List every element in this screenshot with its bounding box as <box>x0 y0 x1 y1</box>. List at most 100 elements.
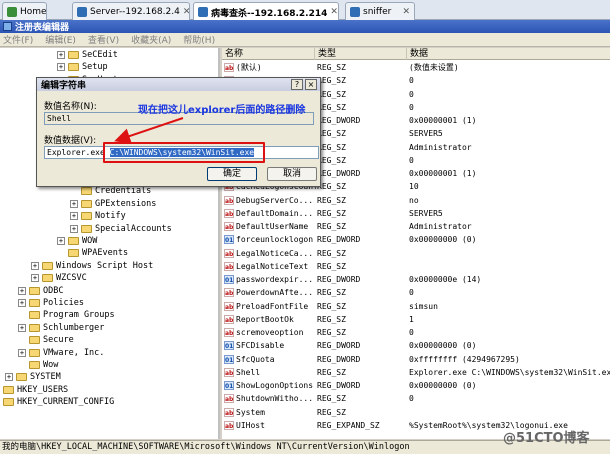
tree-node-label: SpecialAccounts <box>95 223 172 234</box>
table-row[interactable]: ab DebugServerCo... REG_SZ no <box>222 194 610 207</box>
value-type: REG_DWORD <box>317 169 361 178</box>
table-row[interactable]: ab ReportBootOk REG_SZ 1 <box>222 313 610 326</box>
tree-node[interactable]: + Setup <box>57 61 108 73</box>
expand-icon[interactable]: + <box>57 237 65 245</box>
close-button[interactable]: × <box>305 79 317 90</box>
tree-node[interactable]: + Windows Script Host <box>31 260 153 272</box>
column-header-type[interactable]: 类型 <box>315 48 407 60</box>
table-row[interactable]: ab (默认) REG_SZ (数值未设置) <box>222 61 610 74</box>
expand-icon[interactable]: + <box>18 299 26 307</box>
tree-node[interactable]: + Policies <box>18 297 84 309</box>
table-row[interactable]: 01 ShowLogonOptions REG_DWORD 0x00000000 (0… <box>222 379 610 392</box>
table-row[interactable]: 01 SfcQuota REG_DWORD 0xffffffff (429496729… <box>222 353 610 366</box>
menu-file[interactable]: 文件(F) <box>0 33 36 46</box>
value-data: SERVER5 <box>409 208 443 218</box>
tree-node[interactable]: + SYSTEM <box>5 371 61 383</box>
expand-icon[interactable]: + <box>57 51 65 59</box>
tree-node[interactable]: Wow <box>18 359 58 371</box>
value-data: 0x00000000 (0) <box>409 341 477 351</box>
tree-node[interactable]: Program Groups <box>18 309 115 321</box>
value-type: REG_SZ <box>317 328 346 337</box>
table-row[interactable]: ab DefaultUserName REG_SZ Administrator <box>222 220 610 233</box>
folder-icon <box>68 51 79 59</box>
table-row[interactable]: ab scremoveoption REG_SZ 0 <box>222 326 610 339</box>
tree-node-label: Notify <box>95 211 126 222</box>
value-name: ShowLogonOptions <box>236 381 314 390</box>
tree-node[interactable]: + ODBC <box>18 285 63 297</box>
value-type: REG_DWORD <box>317 354 361 364</box>
tree-node[interactable]: + Notify <box>70 210 126 222</box>
value-data: 10 <box>409 182 419 192</box>
tree-node-label: WZCSVC <box>56 273 87 284</box>
value-name: forceunlocklogon <box>236 235 314 245</box>
value-data <box>409 260 610 273</box>
highlight-box <box>103 142 265 163</box>
table-row[interactable]: ab Shell REG_SZ Explorer.exe C:\WINDOWS\sys… <box>222 366 610 379</box>
string-value-icon: ab <box>224 222 234 231</box>
table-row[interactable]: ab DefaultDomain... REG_SZ SERVER5 <box>222 207 610 220</box>
expand-icon[interactable]: + <box>5 373 13 382</box>
tree-node[interactable]: + GPExtensions <box>70 198 156 210</box>
expand-icon[interactable]: + <box>70 199 78 208</box>
value-data: Administrator <box>409 222 472 231</box>
value-name: LegalNoticeCa... <box>236 248 314 258</box>
table-row[interactable]: ab PreloadFontFile REG_SZ simsun <box>222 300 610 313</box>
ok-button[interactable]: 确定 <box>207 167 257 181</box>
tree-node[interactable]: +HKEY_CURRENT_CONFIG <box>0 396 114 408</box>
tree-node-label: GPExtensions <box>95 198 157 209</box>
tree-node[interactable]: + Schlumberger <box>18 322 104 334</box>
tree-node[interactable]: Secure <box>18 334 74 346</box>
annotation-text: 现在把这儿explorer后面的路径删除 <box>138 105 306 116</box>
tree-node[interactable]: WPAEvents <box>57 247 128 259</box>
expand-icon[interactable]: + <box>31 261 39 270</box>
table-row[interactable]: 01 passwordexpir... REG_DWORD 0x0000000e (1… <box>222 273 610 286</box>
column-header-name[interactable]: 名称 <box>222 48 315 60</box>
folder-icon <box>81 212 92 221</box>
value-type: REG_SZ <box>317 394 346 404</box>
expand-icon[interactable]: + <box>70 224 78 233</box>
expand-icon[interactable]: + <box>31 274 39 283</box>
expand-icon[interactable]: + <box>18 348 26 357</box>
tree-node[interactable]: Credentials <box>70 185 151 197</box>
column-header-data[interactable]: 数据 <box>407 48 610 60</box>
tree-node[interactable]: + WZCSVC <box>31 272 87 284</box>
tab-label: Home <box>20 6 47 17</box>
tree-node[interactable]: + WOW <box>57 235 97 247</box>
close-icon[interactable]: ✕ <box>183 7 189 17</box>
menu-help[interactable]: 帮助(H) <box>180 33 218 46</box>
value-name-cell: 01 ShowLogonOptions <box>224 379 316 392</box>
expand-icon[interactable]: + <box>70 212 78 221</box>
cancel-button[interactable]: 取消 <box>267 167 317 181</box>
menu-edit[interactable]: 编辑(E) <box>42 33 79 46</box>
tab-home[interactable]: Home <box>2 2 47 20</box>
close-icon[interactable]: ✕ <box>402 7 410 17</box>
tree-node[interactable]: +HKEY_USERS <box>0 384 68 396</box>
tree-node[interactable]: + SeCEdit <box>57 49 118 61</box>
value-data: 0 <box>409 155 414 165</box>
table-row[interactable]: ab System REG_SZ <box>222 406 610 419</box>
menu-view[interactable]: 查看(V) <box>85 33 122 46</box>
table-row[interactable]: 01 forceunlocklogon REG_DWORD 0x00000000 (0… <box>222 233 610 246</box>
table-row[interactable]: ab LegalNoticeText REG_SZ <box>222 260 610 273</box>
table-row[interactable]: ab LegalNoticeCa... REG_SZ <box>222 247 610 260</box>
value-name: passwordexpir... <box>236 275 314 284</box>
expand-icon[interactable]: + <box>18 323 26 332</box>
tree-node-label: WPAEvents <box>82 248 129 259</box>
expand-icon[interactable]: + <box>18 286 26 295</box>
tab-sniffer[interactable]: sniffer ✕ <box>345 2 415 20</box>
tab-virus-scan[interactable]: 病毒查杀--192.168.2.214 ✕ <box>193 2 339 21</box>
table-row[interactable]: 01 SFCDisable REG_DWORD 0x00000000 (0) <box>222 339 610 352</box>
expand-icon[interactable]: + <box>57 63 65 72</box>
tree-node[interactable]: + VMware, Inc. <box>18 347 104 359</box>
value-type: REG_DWORD <box>317 235 361 245</box>
menu-favorites[interactable]: 收藏夹(A) <box>128 33 174 46</box>
string-value-icon: ab <box>224 63 234 72</box>
table-row[interactable]: ab ShutdownWitho... REG_SZ 0 <box>222 392 610 405</box>
close-icon[interactable]: ✕ <box>330 7 338 17</box>
folder-icon <box>81 187 92 196</box>
value-name: Shell <box>236 367 261 377</box>
tab-server[interactable]: Server--192.168.2.4 ✕ <box>72 2 190 20</box>
help-button[interactable]: ? <box>291 79 303 90</box>
table-row[interactable]: ab PowerdownAfte... REG_SZ 0 <box>222 286 610 299</box>
tree-node[interactable]: + SpecialAccounts <box>70 223 172 235</box>
